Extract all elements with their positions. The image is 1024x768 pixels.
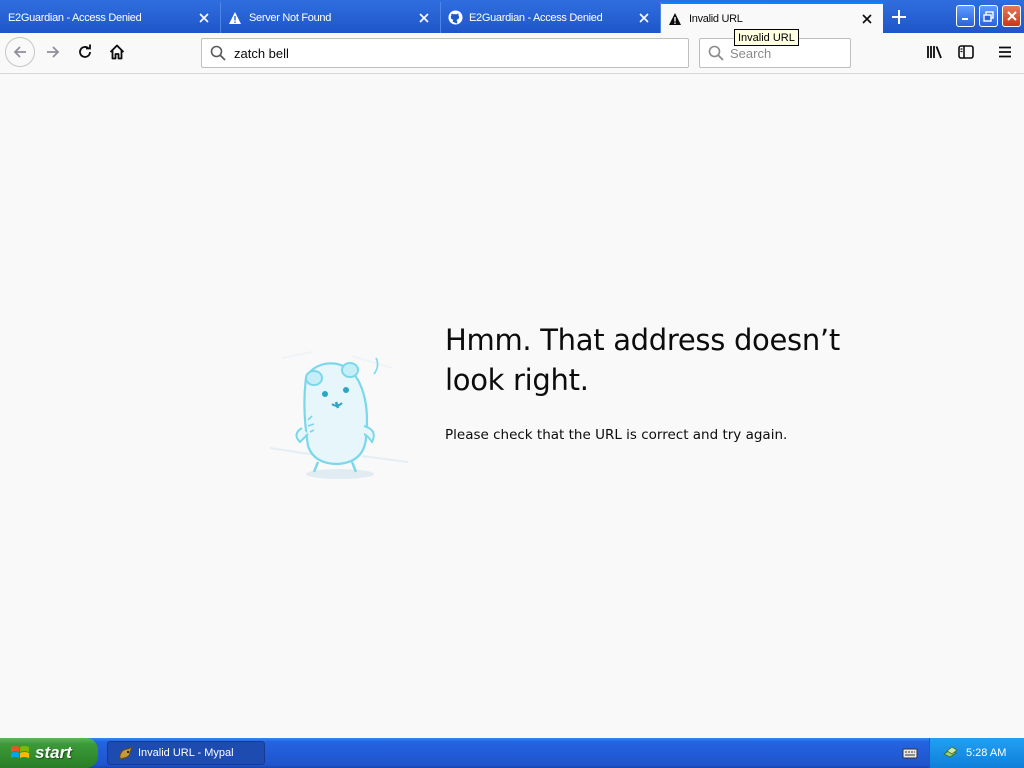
library-button[interactable] bbox=[920, 37, 950, 67]
reload-button[interactable] bbox=[70, 37, 100, 67]
home-icon bbox=[109, 44, 125, 60]
menu-button[interactable] bbox=[990, 37, 1020, 67]
hamburger-menu-icon bbox=[999, 46, 1011, 58]
taskbar: start Invalid URL - Mypal 5:28 AM bbox=[0, 738, 1024, 768]
back-button[interactable] bbox=[5, 37, 35, 67]
url-bar[interactable] bbox=[201, 38, 689, 68]
github-icon bbox=[447, 10, 463, 26]
restore-button[interactable] bbox=[979, 5, 998, 27]
minimize-button[interactable] bbox=[956, 5, 975, 27]
network-icon[interactable] bbox=[942, 745, 960, 761]
tab-e2guardian-1[interactable]: E2Guardian - Access Denied bbox=[0, 2, 221, 33]
taskbar-item-mypal[interactable]: Invalid URL - Mypal bbox=[107, 741, 265, 765]
tab-label: E2Guardian - Access Denied bbox=[469, 11, 603, 24]
taskbar-item-label: Invalid URL - Mypal bbox=[138, 747, 234, 759]
plus-icon bbox=[892, 10, 906, 24]
library-icon bbox=[927, 46, 942, 59]
minimize-icon bbox=[962, 17, 968, 20]
close-icon[interactable] bbox=[857, 9, 877, 29]
close-icon[interactable] bbox=[194, 8, 214, 28]
error-title: Hmm. That address doesn’t look right. bbox=[445, 323, 840, 397]
mypal-app-icon bbox=[118, 745, 134, 761]
close-window-button[interactable] bbox=[1002, 5, 1021, 27]
tab-server-not-found[interactable]: Server Not Found bbox=[221, 2, 441, 33]
warning-icon bbox=[227, 10, 243, 26]
tab-e2guardian-2[interactable]: E2Guardian - Access Denied bbox=[441, 2, 661, 33]
confused-hamster-illustration bbox=[262, 338, 412, 488]
tab-label: Invalid URL bbox=[689, 12, 743, 25]
windows-logo-icon bbox=[11, 746, 29, 758]
sidebar-icon bbox=[958, 45, 974, 59]
keyboard-icon[interactable] bbox=[902, 745, 918, 761]
clock: 5:28 AM bbox=[966, 747, 1007, 759]
search-icon bbox=[210, 45, 226, 61]
search-icon bbox=[708, 45, 724, 61]
home-button[interactable] bbox=[102, 37, 132, 67]
tab-tooltip: Invalid URL bbox=[734, 29, 799, 46]
close-icon[interactable] bbox=[634, 8, 654, 28]
arrow-left-icon bbox=[13, 46, 26, 58]
sidebar-button[interactable] bbox=[951, 37, 981, 67]
tab-strip: E2Guardian - Access Denied Server Not Fo… bbox=[0, 0, 1024, 33]
tab-label: Server Not Found bbox=[249, 11, 332, 24]
error-description: Please check that the URL is correct and… bbox=[445, 427, 788, 443]
system-tray: 5:28 AM bbox=[929, 738, 1024, 768]
navigation-toolbar bbox=[0, 33, 1024, 74]
close-icon bbox=[1006, 11, 1017, 21]
warning-icon bbox=[667, 11, 683, 27]
tab-label: E2Guardian - Access Denied bbox=[8, 11, 142, 24]
search-input[interactable] bbox=[730, 45, 840, 61]
restore-icon bbox=[983, 10, 994, 22]
start-label: start bbox=[35, 743, 72, 762]
start-button[interactable]: start bbox=[0, 738, 98, 768]
new-tab-button[interactable] bbox=[886, 4, 912, 30]
url-input[interactable] bbox=[234, 45, 664, 61]
forward-button[interactable] bbox=[38, 37, 68, 67]
close-icon[interactable] bbox=[414, 8, 434, 28]
reload-icon bbox=[79, 44, 91, 58]
arrow-right-icon bbox=[47, 46, 60, 58]
page-content: Hmm. That address doesn’t look right. Pl… bbox=[0, 74, 1024, 738]
